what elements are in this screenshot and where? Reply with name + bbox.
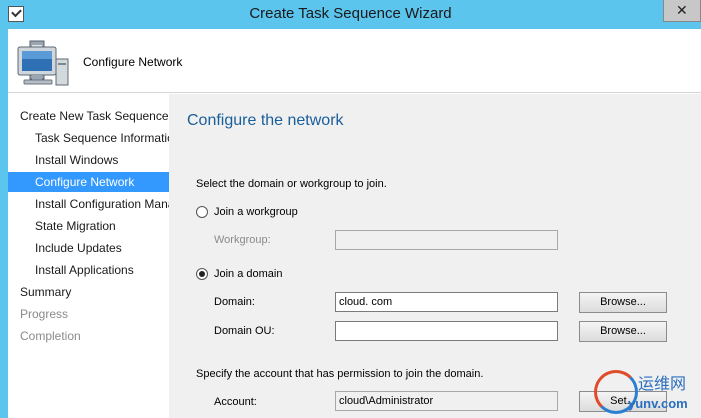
nav-step-include-updates[interactable]: Include Updates	[35, 238, 169, 258]
domain-browse-button[interactable]: Browse...	[579, 292, 667, 313]
computer-icon	[17, 40, 69, 86]
nav-step-install-configuration-manager[interactable]: Install Configuration Manager	[35, 194, 169, 214]
join-workgroup-radio[interactable]	[196, 206, 208, 218]
join-domain-radio[interactable]	[196, 268, 208, 280]
watermark-logo: 运维网 yunv.com	[592, 368, 701, 418]
close-button[interactable]	[663, 0, 701, 22]
nav-step-install-windows[interactable]: Install Windows	[35, 150, 169, 170]
nav-step-summary[interactable]: Summary	[20, 282, 169, 302]
account-instruction-text: Specify the account that has permission …	[196, 368, 484, 380]
domain-ou-label: Domain OU:	[214, 325, 275, 337]
watermark-cn-text: 运维网	[638, 374, 687, 393]
wizard-step-list: Create New Task Sequence Task Sequence I…	[8, 94, 169, 418]
domain-label: Domain:	[214, 296, 255, 308]
watermark-url-text: yunv.com	[628, 396, 688, 411]
account-input[interactable]: cloud\Administrator	[335, 391, 558, 411]
wizard-client: Configure Network Create New Task Sequen…	[8, 29, 701, 418]
title-bar[interactable]: Create Task Sequence Wizard	[0, 0, 701, 29]
nav-step-completion: Completion	[20, 329, 81, 343]
page-title: Configure the network	[187, 112, 344, 129]
nav-step-state-migration[interactable]: State Migration	[35, 216, 169, 236]
window-title: Create Task Sequence Wizard	[249, 5, 452, 22]
instruction-text: Select the domain or workgroup to join.	[196, 178, 387, 190]
join-workgroup-label[interactable]: Join a workgroup	[214, 206, 298, 218]
header-title: Configure Network	[83, 55, 183, 69]
domain-ou-browse-button[interactable]: Browse...	[579, 321, 667, 342]
account-label: Account:	[214, 396, 257, 408]
nav-step-install-applications[interactable]: Install Applications	[35, 260, 169, 280]
domain-input[interactable]: cloud. com	[335, 292, 558, 312]
workgroup-input[interactable]	[335, 230, 558, 250]
nav-step-task-sequence-information[interactable]: Task Sequence Information	[35, 128, 169, 148]
workgroup-label: Workgroup:	[214, 234, 271, 246]
nav-step-create-new-task-sequence[interactable]: Create New Task Sequence	[20, 106, 169, 126]
wizard-header: Configure Network	[8, 29, 701, 93]
domain-ou-input[interactable]	[335, 321, 558, 341]
nav-step-progress: Progress	[20, 307, 69, 321]
join-domain-label[interactable]: Join a domain	[214, 268, 283, 280]
nav-step-configure-network[interactable]: Configure Network	[8, 172, 169, 192]
wizard-window: Create Task Sequence Wizard Configure Ne…	[0, 0, 701, 418]
